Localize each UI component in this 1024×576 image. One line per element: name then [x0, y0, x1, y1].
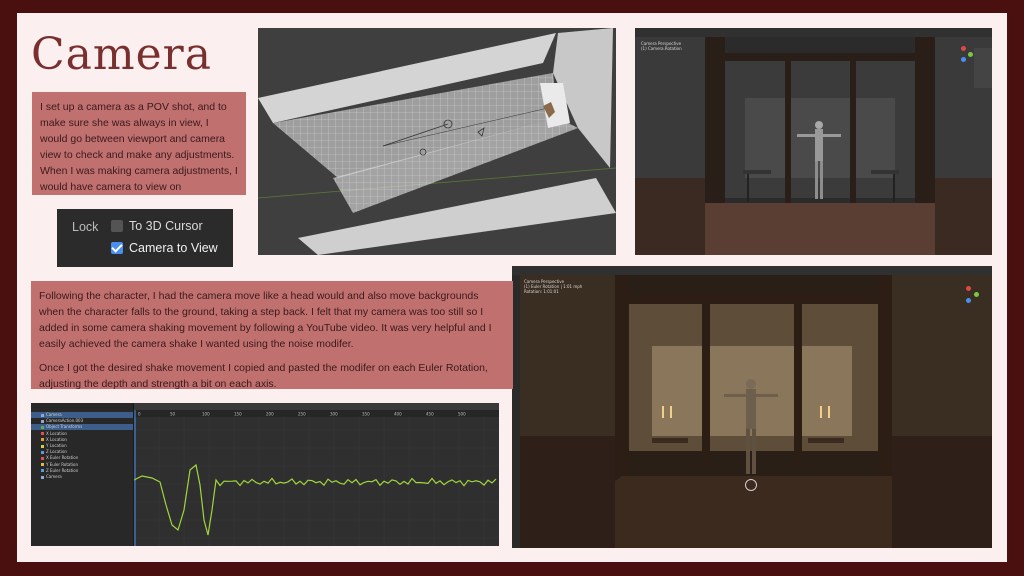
- outliner-row-label: Z Location: [46, 449, 67, 455]
- outliner-row-label: Camera: [46, 412, 62, 417]
- gizmo-y-icon[interactable]: [968, 52, 973, 57]
- outliner-row[interactable]: X Euler Rotation: [31, 455, 133, 461]
- gizmo-x-icon-2[interactable]: [966, 286, 971, 291]
- ruler-tick-label: 50: [170, 412, 176, 417]
- ruler-tick-label: 150: [234, 412, 242, 417]
- outliner-row[interactable]: Y Location: [31, 443, 133, 449]
- outliner-row-label: Y Euler Rotation: [46, 461, 78, 467]
- viewport-overlay-text-2: Camera Perspective (1) Euler Rotation | …: [524, 279, 583, 294]
- camera-to-view-option[interactable]: Camera to View: [111, 241, 218, 255]
- channel-color-swatch: [41, 444, 44, 448]
- outliner-row-label: X Location: [46, 436, 67, 442]
- noise-curve-graph: 0 50 100 150 200 250 300 350 400 450 500: [133, 410, 499, 546]
- channel-color-swatch: [41, 450, 44, 454]
- camera-movement-paragraph-1: Following the character, I had the camer…: [39, 290, 492, 350]
- outliner-row-label: Y Location: [46, 443, 67, 448]
- room-wireframe-illustration: [258, 28, 616, 255]
- camera-movement-textbox: Following the character, I had the camer…: [31, 281, 513, 390]
- outliner-row[interactable]: Y Euler Rotation: [31, 462, 133, 468]
- outliner-row[interactable]: Z Euler Rotation: [31, 468, 133, 474]
- channel-color-swatch: [41, 475, 44, 479]
- graph-area: 0 50 100 150 200 250 300 350 400 450 500: [133, 410, 499, 546]
- rendered-room-illustration: [512, 266, 992, 548]
- channel-color-swatch: [41, 413, 44, 417]
- gizmo-z-icon-2[interactable]: [966, 298, 971, 303]
- camera-movement-paragraph-2: Once I got the desired shake movement I …: [39, 362, 488, 390]
- page-title: Camera: [31, 29, 212, 80]
- outliner-row-label: Z Euler Rotation: [46, 467, 79, 473]
- ruler-tick-label: 400: [394, 412, 402, 417]
- outliner-row-label: Camera: [46, 474, 62, 479]
- ruler-tick-label: 200: [266, 412, 274, 417]
- outliner-row[interactable]: Camera: [31, 474, 133, 480]
- camera-view-screenshot-2: Camera Perspective (1) Euler Rotation | …: [512, 266, 992, 548]
- ruler-tick-label: 500: [458, 412, 466, 417]
- viewport-overlay-text: Camera Perspective (1) Camera.Rotation: [641, 41, 682, 51]
- camera-view-screenshot-1: Camera Perspective (1) Camera.Rotation: [635, 28, 992, 255]
- outliner-row[interactable]: Z Location: [31, 449, 133, 455]
- camera-to-view-checkbox[interactable]: [111, 242, 123, 254]
- graph-outliner: Camera CameraAction.003 Object Transforms X…: [31, 403, 134, 546]
- channel-color-swatch: [41, 456, 44, 460]
- ruler-tick-label: 250: [298, 412, 306, 417]
- to-3d-cursor-checkbox[interactable]: [111, 220, 123, 232]
- channel-color-swatch: [41, 432, 44, 436]
- slide-page: Camera I set up a camera as a POV shot, …: [17, 13, 1007, 562]
- outliner-row-label: Object Transforms: [46, 424, 83, 430]
- outliner-row[interactable]: Object Transforms: [31, 424, 133, 431]
- outliner-row-label: X Euler Rotation: [46, 455, 79, 461]
- to-3d-cursor-label: To 3D Cursor: [129, 219, 203, 233]
- room-camera-view-illustration: [635, 28, 992, 255]
- channel-color-swatch: [41, 469, 44, 473]
- lock-label: Lock: [72, 220, 99, 234]
- ruler-tick-label: 450: [426, 412, 434, 417]
- camera-setup-textbox: I set up a camera as a POV shot, and to …: [32, 92, 246, 195]
- lock-panel: Lock To 3D Cursor Camera to View: [57, 209, 233, 267]
- outliner-row[interactable]: CameraAction.003: [31, 418, 133, 424]
- graph-editor-screenshot: Camera CameraAction.003 Object Transforms X…: [31, 403, 499, 546]
- outliner-row[interactable]: X Location: [31, 431, 133, 437]
- outliner-row-label: CameraAction.003: [46, 418, 84, 424]
- gizmo-y-icon-2[interactable]: [974, 292, 979, 297]
- outliner-row-label: X Location: [46, 430, 67, 436]
- channel-color-swatch: [41, 438, 44, 442]
- ruler-tick-label: 350: [362, 412, 370, 417]
- viewport-top-screenshot: [258, 28, 616, 255]
- camera-to-view-label: Camera to View: [129, 241, 218, 255]
- channel-color-swatch: [41, 463, 44, 467]
- to-3d-cursor-option[interactable]: To 3D Cursor: [111, 219, 203, 233]
- gizmo-x-icon[interactable]: [961, 46, 966, 51]
- ruler-tick-label: 100: [202, 412, 210, 417]
- channel-color-swatch: [41, 419, 44, 423]
- 3d-cursor-icon[interactable]: [745, 479, 757, 491]
- channel-color-swatch: [41, 425, 44, 429]
- ruler-tick-label: 300: [330, 412, 338, 417]
- gizmo-z-icon[interactable]: [961, 57, 966, 62]
- outliner-row[interactable]: Camera: [31, 412, 133, 418]
- outliner-row[interactable]: X Location: [31, 437, 133, 443]
